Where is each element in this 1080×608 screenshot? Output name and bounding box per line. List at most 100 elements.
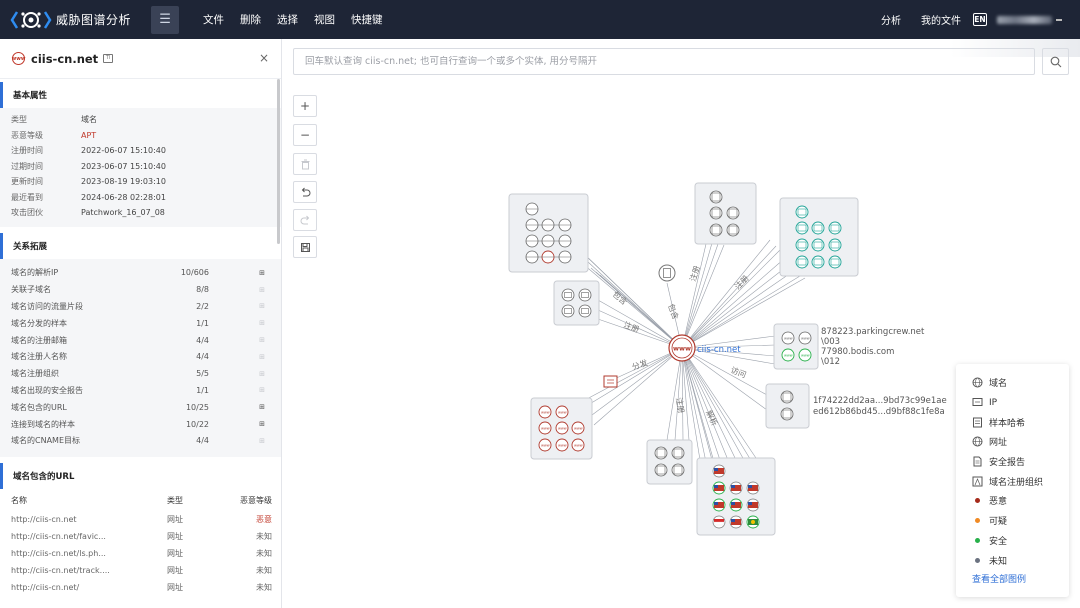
col-level-header: 恶意等级	[240, 495, 272, 505]
relation-row[interactable]: 域名出现的安全报告 1/1 ⊞	[0, 382, 281, 399]
language-toggle[interactable]: EN	[973, 13, 987, 26]
url-level: 恶意	[256, 515, 272, 525]
nav-delete[interactable]: 删除	[240, 12, 261, 27]
expand-graph-icon[interactable]: ⊞	[257, 437, 267, 445]
table-row[interactable]: http://ciis-cn.net 网址 恶意	[0, 511, 281, 528]
search-button[interactable]	[1042, 48, 1069, 75]
table-row[interactable]: http://ciis-cn.net/favic... 网址 未知	[0, 528, 281, 545]
svg-text:www: www	[558, 444, 567, 448]
relation-name: 域名注册组织	[11, 369, 59, 379]
report-node[interactable]	[658, 264, 676, 282]
expand-graph-icon[interactable]: ⊞	[257, 370, 267, 378]
view-all-legend-link[interactable]: 查看全部图例	[972, 572, 1069, 585]
legend-item-ip: IP	[972, 393, 1069, 413]
node-group-subdomains[interactable]: www www www www	[773, 323, 819, 370]
relation-count: 1/1	[196, 385, 209, 395]
url-name: http://ciis-cn.net/favic...	[11, 532, 106, 542]
nav-select[interactable]: 选择	[277, 12, 298, 27]
expand-graph-icon[interactable]: ⊞	[257, 286, 267, 294]
relation-row[interactable]: 关联子域名 8/8 ⊞	[0, 281, 281, 298]
attr-row-malice: 恶意等级 APT	[0, 128, 281, 144]
relation-count: 5/5	[196, 369, 209, 379]
relation-row[interactable]: 域名包含的URL 10/25 ⊞	[0, 399, 281, 416]
edge-label: 解析	[704, 409, 720, 428]
expand-graph-icon[interactable]: ⊞	[257, 336, 267, 344]
relation-row[interactable]: 域名的解析IP 10/606 ⊞	[0, 265, 281, 282]
node-group-ips[interactable]	[779, 197, 859, 277]
relation-row[interactable]: 域名的注册邮箱 4/4 ⊞	[0, 332, 281, 349]
relation-count: 1/1	[196, 318, 209, 328]
table-row[interactable]: http://ciis-cn.net/ls.ph... 网址 未知	[0, 545, 281, 562]
copy-icon[interactable]: TI	[103, 54, 114, 63]
node-group-malicious-domains[interactable]: www www www www www www www www	[530, 397, 593, 460]
sample-node[interactable]	[603, 375, 618, 388]
my-files-link[interactable]: 我的文件	[921, 12, 961, 27]
relation-count: 4/4	[196, 436, 209, 446]
subdomain-labels: 878223.parkingcrew.net \003 77980.bodis.…	[821, 327, 925, 367]
expand-graph-icon[interactable]: ⊞	[257, 403, 267, 411]
expand-graph-icon[interactable]: ⊞	[257, 420, 267, 428]
app-logo[interactable]: 威胁图谱分析	[10, 9, 131, 31]
url-type: 网址	[167, 515, 183, 525]
attr-row-type: 类型 域名	[0, 112, 281, 128]
nav-view[interactable]: 视图	[314, 12, 335, 27]
relation-name: 域名分发的样本	[11, 318, 67, 328]
relation-count: 10/606	[180, 268, 209, 278]
expand-graph-icon[interactable]: ⊞	[257, 319, 267, 327]
url-level: 未知	[256, 566, 272, 576]
table-row[interactable]: http://ciis-cn.net/网址 未知	[0, 579, 281, 596]
relation-name: 域名的注册邮箱	[11, 335, 67, 345]
node-group-domains[interactable]	[508, 193, 589, 273]
nav-shortcuts[interactable]: 快捷键	[351, 12, 383, 27]
threat-graph[interactable]: 包含 包含 注册 注册 注册 分发 访问 注册 解析 www www www w…	[282, 80, 952, 608]
analysis-link[interactable]: 分析	[881, 12, 901, 27]
level-dot	[972, 495, 983, 506]
legend-level-malicious: 恶意	[972, 491, 1069, 511]
node-group-emails[interactable]	[553, 280, 600, 326]
panel-scrollbar[interactable]	[277, 79, 280, 244]
node-group-registrants[interactable]	[646, 439, 693, 485]
relation-row[interactable]: 连接到域名的样本 10/22 ⊞	[0, 416, 281, 433]
legend-label: IP	[989, 397, 998, 408]
relation-row[interactable]: 域名分发的样本 1/1 ⊞	[0, 315, 281, 332]
app-title: 威胁图谱分析	[56, 13, 132, 27]
table-row[interactable]: http://ciis-cn.net/track.... 网址 未知	[0, 562, 281, 579]
svg-text:www: www	[558, 427, 567, 431]
relation-row[interactable]: 域名的CNAME目标 4/4 ⊞	[0, 432, 281, 449]
center-node[interactable]: www ciis-cn.net	[668, 334, 741, 362]
level-dot	[972, 555, 983, 566]
search-input[interactable]	[305, 56, 1005, 67]
level-dot	[972, 515, 983, 526]
center-node-label: ciis-cn.net	[697, 345, 741, 355]
expand-graph-icon[interactable]: ⊞	[257, 269, 267, 277]
edge-label: 访问	[729, 365, 748, 380]
edge-label: 注册	[687, 264, 701, 282]
attr-row-group: 攻击团伙 Patchwork_16_07_08	[0, 205, 281, 221]
menu-toggle-button[interactable]: ☰	[151, 5, 180, 34]
legend-item-sample-hash: 样本哈希	[972, 412, 1069, 432]
nav-file[interactable]: 文件	[203, 12, 224, 27]
url-type: 网址	[167, 583, 183, 593]
node-group-resolved-ips[interactable]	[696, 457, 776, 536]
url-name: http://ciis-cn.net/	[11, 583, 80, 593]
registrant-org-icon	[972, 476, 983, 487]
edge-label: 注册	[732, 273, 750, 291]
attr-value: APT	[81, 130, 97, 140]
node-group-registrant-orgs[interactable]	[694, 182, 757, 245]
legend-label: 恶意	[989, 497, 1008, 508]
expand-graph-icon[interactable]: ⊞	[257, 386, 267, 394]
domain-icon: www	[12, 52, 25, 65]
expand-graph-icon[interactable]: ⊞	[257, 302, 267, 310]
user-name-blurred[interactable]	[997, 15, 1052, 24]
user-menu-icon[interactable]	[1056, 18, 1062, 21]
relation-row[interactable]: 域名访问的流量片段 2/2 ⊞	[0, 298, 281, 315]
relation-row[interactable]: 域名注册组织 5/5 ⊞	[0, 365, 281, 382]
node-group-traffic[interactable]	[765, 383, 810, 429]
expand-graph-icon[interactable]: ⊞	[257, 353, 267, 361]
relation-row[interactable]: 域名注册人名称 4/4 ⊞	[0, 348, 281, 365]
close-panel-button[interactable]: ×	[259, 51, 269, 65]
svg-text:www: www	[673, 345, 691, 353]
relation-count: 8/8	[196, 285, 209, 295]
section-relations-title: 关系拓展	[0, 232, 281, 259]
domain-label: 77980.bodis.com	[821, 347, 894, 357]
